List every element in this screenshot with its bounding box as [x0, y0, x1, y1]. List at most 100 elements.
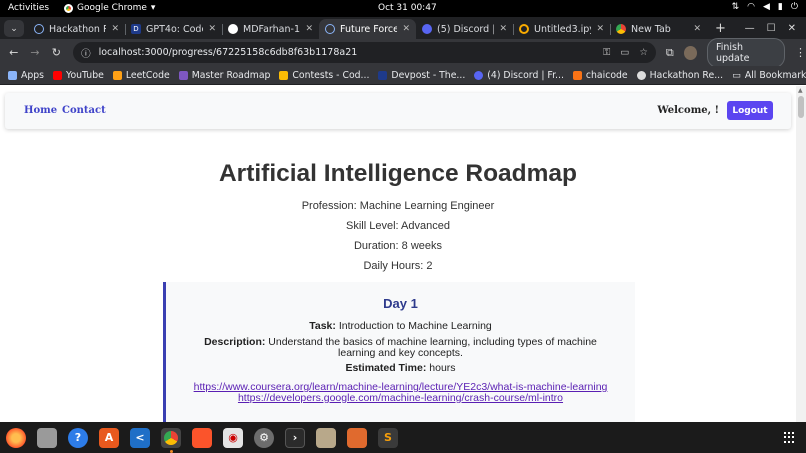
tab-hackathon[interactable]: Hackathon Re ✕ [28, 19, 125, 39]
all-bookmarks-label: All Bookmarks [744, 69, 806, 81]
resource-link-google[interactable]: https://developers.google.com/machine-le… [184, 393, 617, 404]
profile-avatar[interactable] [683, 45, 697, 60]
bookmark-label: Contests - Cod... [292, 69, 370, 81]
close-icon[interactable]: ✕ [208, 24, 216, 34]
close-icon[interactable]: ✕ [596, 24, 604, 34]
globe-icon [325, 24, 335, 34]
activities-button[interactable]: Activities [8, 3, 49, 13]
scroll-up-arrow-icon[interactable]: ▲ [798, 87, 803, 94]
tab-search-button[interactable]: ⌄ [4, 20, 24, 37]
forward-arrow-icon[interactable]: → [24, 46, 45, 59]
browser-toolbar: ← → ↻ ⓘ localhost:3000/progress/67225158… [0, 37, 806, 68]
software-center-icon[interactable]: A [99, 427, 119, 448]
site-info-icon[interactable]: ⓘ [81, 46, 91, 60]
system-top-bar: Activities Google Chrome ▾ Oct 31 00:47 … [0, 0, 806, 17]
nav-link-home[interactable]: Home [24, 105, 57, 116]
bookmarks-bar: Apps YouTube LeetCode Master Roadmap Con… [0, 66, 806, 85]
logout-button[interactable]: Logout [727, 101, 773, 120]
url-text[interactable]: localhost:3000/progress/67225158c6db8f63… [99, 47, 596, 58]
tab-github[interactable]: MDFarhan-1/ ✕ [222, 19, 319, 39]
tab-colab[interactable]: Untitled3.ipyn ✕ [513, 19, 610, 39]
more-menu-icon[interactable]: ⋮ [795, 46, 806, 59]
tab-strip: ⌄ Hackathon Re ✕ D GPT4o: Code ✕ MDFarha… [0, 17, 806, 39]
bookmark-chaicode[interactable]: chaicode [572, 69, 628, 81]
chrome-logo-icon [164, 430, 178, 445]
caret-down-icon: ▾ [150, 3, 156, 13]
day-title: Day 1 [383, 296, 418, 311]
globe-icon [34, 24, 44, 34]
app-menu[interactable]: Google Chrome ▾ [64, 3, 155, 13]
bookmark-star-icon[interactable]: ☆ [639, 47, 648, 58]
chaicode-icon [572, 70, 582, 80]
bookmark-label: (4) Discord | Fr... [487, 69, 564, 81]
vscode-icon[interactable]: < [130, 427, 150, 448]
welcome-text: Welcome, ! [657, 105, 719, 116]
running-indicator [170, 449, 173, 453]
terminal-icon[interactable]: › [285, 427, 305, 448]
close-icon[interactable]: ✕ [305, 24, 313, 34]
tab-discord[interactable]: (5) Discord | 8 ✕ [416, 19, 513, 39]
bookmark-discord[interactable]: (4) Discord | Fr... [474, 70, 564, 81]
system-tray[interactable]: ⇅ ◠ ◀ ▮ ⏻ [732, 2, 798, 12]
close-icon[interactable]: ✕ [499, 24, 507, 34]
bookmark-apps[interactable]: Apps [8, 70, 44, 81]
nav-link-contact[interactable]: Contact [62, 105, 106, 116]
brave-icon[interactable] [192, 427, 212, 448]
close-icon[interactable]: ✕ [693, 24, 701, 34]
archive-icon[interactable] [316, 427, 336, 448]
close-icon[interactable]: ✕ [111, 24, 119, 34]
firefox-icon[interactable] [6, 427, 26, 448]
package-icon[interactable] [347, 427, 367, 448]
chevron-down-icon: ⌄ [10, 23, 18, 34]
bookmark-contests[interactable]: Contests - Cod... [279, 70, 369, 81]
estimated-time-label: Estimated Time: [345, 362, 427, 374]
scrollbar-thumb[interactable] [798, 96, 804, 118]
tab-label: New Tab [631, 23, 671, 35]
extensions-icon[interactable]: ⧉ [666, 46, 674, 60]
description-row: Description: Understand the basics of ma… [166, 337, 635, 359]
finish-update-button[interactable]: Finish update [706, 37, 786, 68]
cast-icon[interactable]: ▭ [620, 47, 629, 58]
devpost-favicon-icon: D [131, 24, 141, 34]
new-tab-button[interactable]: + [707, 21, 734, 39]
settings-icon[interactable]: ⚙ [254, 427, 274, 448]
screenshot-icon[interactable]: ◉ [223, 427, 243, 448]
wifi-icon: ◠ [747, 2, 755, 12]
tab-gpt4o[interactable]: D GPT4o: Code ✕ [125, 19, 222, 39]
back-arrow-icon[interactable]: ← [3, 46, 24, 59]
help-icon[interactable]: ? [68, 427, 88, 448]
minimize-icon[interactable]: — [745, 23, 755, 34]
all-bookmarks-button[interactable]: ▭ All Bookmarks [732, 70, 806, 81]
bookmark-hackathon[interactable]: Hackathon Re... [636, 70, 723, 81]
close-window-icon[interactable]: ✕ [788, 23, 796, 34]
clock[interactable]: Oct 31 00:47 [378, 3, 437, 13]
duration-text: Duration: 8 weeks [353, 240, 443, 252]
tab-new-tab[interactable]: New Tab ✕ [610, 19, 707, 39]
maximize-icon[interactable]: ☐ [767, 23, 776, 34]
bookmark-devpost[interactable]: Devpost - The... [378, 70, 465, 81]
sublime-icon[interactable]: S [378, 427, 398, 448]
key-icon[interactable]: ⚿ [603, 47, 610, 58]
bookmark-master-roadmap[interactable]: Master Roadmap [178, 70, 270, 81]
page-scrollbar[interactable]: ▲ [796, 86, 806, 422]
show-apps-grid-icon[interactable] [784, 431, 796, 444]
close-icon[interactable]: ✕ [402, 24, 410, 34]
devpost-favicon-icon [378, 70, 388, 80]
tab-future-force[interactable]: Future Force ✕ [319, 19, 416, 39]
chrome-dock-icon[interactable] [161, 427, 181, 453]
reload-icon[interactable]: ↻ [46, 46, 67, 59]
bookmark-label: chaicode [585, 69, 628, 81]
youtube-icon [53, 70, 63, 80]
day-card: Day 1 Task: Introduction to Machine Lear… [163, 282, 635, 422]
chrome-icon [616, 24, 626, 34]
files-icon[interactable] [37, 427, 57, 448]
discord-icon [474, 70, 484, 80]
volume-icon: ◀ [763, 2, 770, 12]
skill-level-text: Skill Level: Advanced [346, 220, 450, 232]
task-label: Task: [309, 320, 336, 332]
bookmark-leetcode[interactable]: LeetCode [112, 70, 170, 81]
bookmark-youtube[interactable]: YouTube [53, 70, 104, 81]
address-bar[interactable]: ⓘ localhost:3000/progress/67225158c6db8f… [73, 42, 656, 63]
leetcode-icon [112, 70, 122, 80]
task-value: Introduction to Machine Learning [338, 320, 492, 332]
